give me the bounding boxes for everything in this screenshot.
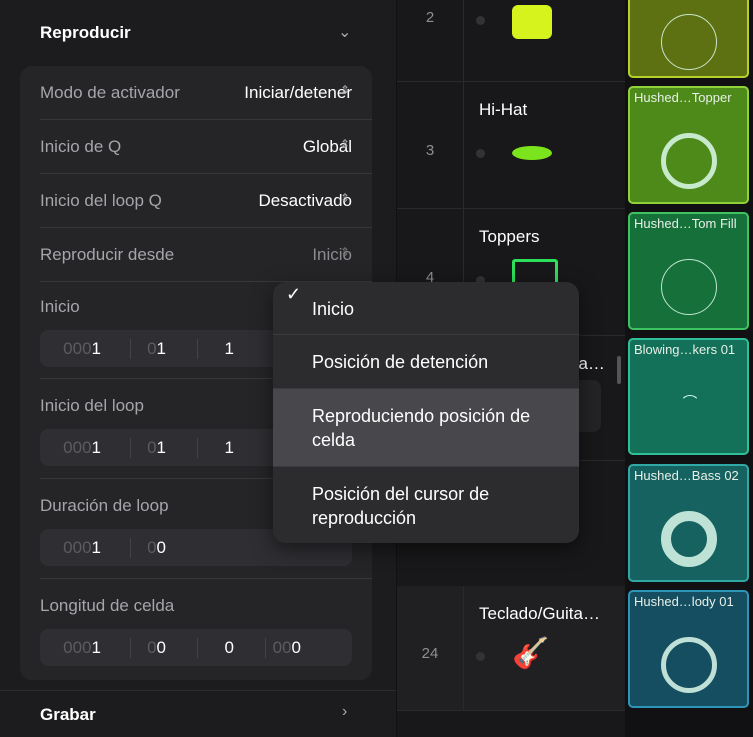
row-label: Inicio del loop Q <box>40 191 162 210</box>
position-segment[interactable]: 00 <box>106 538 166 558</box>
updown-icon: ⇕ <box>340 83 351 97</box>
row-label: Reproducir desde <box>40 245 175 264</box>
scrollbar[interactable] <box>617 356 621 384</box>
track-row[interactable]: 24 Teclado/Guita… 🎸 <box>397 586 625 711</box>
waveform-ring <box>680 395 700 415</box>
field-label: Longitud de celda <box>40 596 175 615</box>
menu-item-label: Inicio <box>312 299 355 319</box>
field-label: Inicio del loop <box>40 396 144 415</box>
clip-name: Hushed…Tom Fill <box>634 216 737 231</box>
menu-item-playhead-position[interactable]: Posición del cursor de reproducción <box>273 467 579 543</box>
position-segment[interactable]: 00 <box>106 638 166 658</box>
track-name: Teclado/Guita… <box>479 604 600 623</box>
position-segment[interactable]: 0001 <box>41 538 101 558</box>
menu-item-inicio[interactable]: ✓ Inicio <box>273 282 579 335</box>
clip-name: Hushed…lody 01 <box>634 594 734 609</box>
hi-hat-icon <box>512 132 552 160</box>
updown-icon: ⇕ <box>340 137 351 151</box>
acoustic-guitar-icon: 🎸 <box>512 637 550 670</box>
chevron-down-icon[interactable]: ⌄ <box>338 22 351 42</box>
trigger-mode-row[interactable]: Modo de activador Iniciar/detener <box>40 66 372 120</box>
waveform-ring <box>661 637 717 693</box>
track-name: Toppers <box>479 227 540 246</box>
clip-cell[interactable] <box>628 0 749 78</box>
snare-drum-icon <box>512 5 552 39</box>
position-field[interactable]: 0001 00 0 000 <box>40 629 352 666</box>
position-segment[interactable]: 1 <box>174 438 234 458</box>
clip-cell[interactable]: Blowing…kers 01 <box>628 338 749 455</box>
position-segment[interactable]: 1 <box>174 339 234 359</box>
position-segment[interactable]: 01 <box>106 339 166 359</box>
chevron-right-icon[interactable]: › <box>342 703 347 721</box>
position-segment[interactable]: 0001 <box>41 339 101 359</box>
loop-q-start-row[interactable]: Inicio del loop Q Desactivado <box>40 174 372 228</box>
position-segment[interactable]: 01 <box>106 438 166 458</box>
loop-q-start-popup[interactable]: Desactivado <box>258 191 352 211</box>
clip-cell[interactable]: Hushed…Topper <box>628 86 749 204</box>
row-label: Inicio de Q <box>40 137 122 156</box>
row-label: Modo de activador <box>40 83 180 102</box>
trigger-mode-popup[interactable]: Iniciar/detener <box>244 83 352 103</box>
field-label: Duración de loop <box>40 496 169 515</box>
menu-item-label: Posición de detención <box>312 352 489 372</box>
field-label: Inicio <box>40 297 80 316</box>
clip-name: Blowing…kers 01 <box>634 342 736 357</box>
menu-item-cell-play-position[interactable]: Reproduciendo posición de celda <box>273 389 579 467</box>
track-status-dot <box>476 148 485 158</box>
clip-cell[interactable]: Hushed…Tom Fill <box>628 212 749 330</box>
track-status-dot <box>476 651 485 661</box>
waveform-ring <box>661 14 717 70</box>
waveform-ring <box>661 511 717 567</box>
section-title-play[interactable]: Reproducir <box>40 23 131 43</box>
menu-item-stop-position[interactable]: Posición de detención <box>273 335 579 389</box>
track-number: 24 <box>421 644 439 662</box>
track-row[interactable]: 3 Hi-Hat <box>397 82 625 209</box>
position-segment[interactable]: 0 <box>174 638 234 658</box>
track-number: 2 <box>425 9 435 26</box>
waveform-ring <box>661 133 717 189</box>
position-segment[interactable]: 0001 <box>41 638 101 658</box>
checkmark-icon: ✓ <box>286 284 302 304</box>
play-from-menu: ✓ Inicio Posición de detención Reproducie… <box>273 282 579 543</box>
q-start-row[interactable]: Inicio de Q Global <box>40 120 372 174</box>
updown-icon: ⇕ <box>340 245 351 259</box>
position-segment[interactable]: 000 <box>241 638 301 658</box>
section-title-record[interactable]: Grabar <box>40 705 96 725</box>
clip-name: Hushed…Topper <box>634 90 732 105</box>
clip-cell[interactable]: Hushed…Bass 02 <box>628 464 749 582</box>
updown-icon: ⇕ <box>340 191 351 205</box>
position-segment[interactable]: 0001 <box>41 438 101 458</box>
track-name: Hi-Hat <box>479 100 528 119</box>
track-number: 3 <box>425 141 435 159</box>
menu-item-label: Reproduciendo posición de celda <box>312 406 531 450</box>
track-row[interactable]: 2 <box>397 0 625 82</box>
clip-name: Hushed…Bass 02 <box>634 468 739 483</box>
waveform-ring <box>661 259 717 315</box>
clip-cell[interactable]: Hushed…lody 01 <box>628 590 749 708</box>
menu-item-label: Posición del cursor de reproducción <box>312 484 490 528</box>
play-from-row[interactable]: Reproducir desde Inicio <box>40 228 372 282</box>
track-status-dot <box>476 16 485 25</box>
